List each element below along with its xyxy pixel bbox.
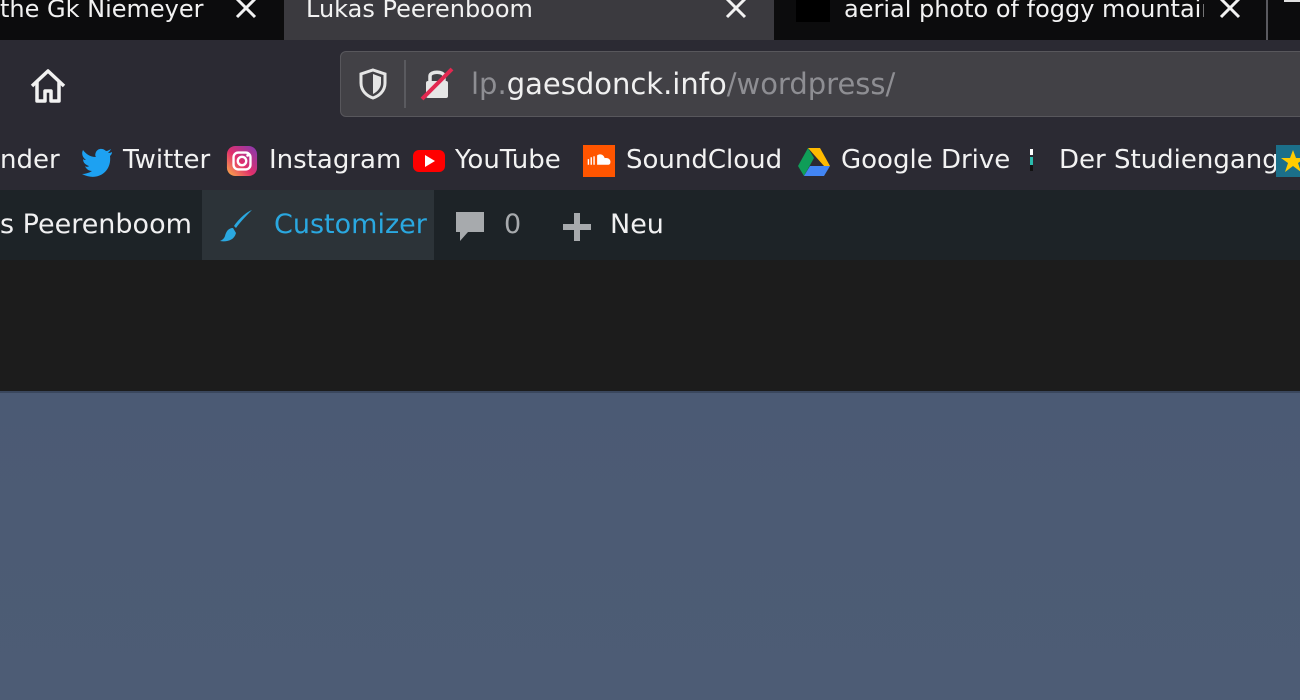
bookmarks-toolbar: nder Twitter Instagram YouTube SoundClou… (0, 132, 1300, 190)
star-icon (1276, 145, 1300, 177)
google-drive-icon (798, 148, 830, 176)
tab-title: Lukas Peerenboom (306, 0, 533, 23)
bookmark-favicon-icon (1030, 149, 1033, 171)
instagram-icon (226, 145, 258, 177)
url-path: /wordpress/ (726, 67, 896, 101)
close-icon[interactable] (232, 0, 260, 24)
customizer-label: Customizer (274, 209, 427, 240)
navigation-toolbar: lp.gaesdonck.info/wordpress/ (0, 40, 1300, 132)
bookmark-label: Twitter (123, 145, 211, 175)
bookmark-label: Der Studiengang (1059, 145, 1279, 175)
bookmark-label: nder (0, 145, 60, 175)
bookmark-twitter[interactable]: Twitter (80, 132, 210, 190)
admin-bar-comments[interactable]: 0 (434, 190, 544, 260)
wp-admin-bar: s Peerenboom Customizer 0 Neu (0, 190, 1300, 260)
tab-separator (1266, 0, 1268, 40)
admin-bar-site-name[interactable]: s Peerenboom (0, 190, 200, 260)
url-domain: gaesdonck.info (506, 67, 727, 101)
youtube-icon (413, 150, 445, 172)
url-subdomain: lp. (471, 67, 507, 101)
bookmark-label: Google Drive (841, 145, 1011, 175)
new-label: Neu (610, 209, 664, 240)
tab-niemeyer[interactable]: the Gk Niemeyer (0, 0, 284, 40)
url-text[interactable]: lp.gaesdonck.info/wordpress/ (471, 66, 895, 102)
twitter-icon (82, 148, 112, 177)
tab-title: aerial photo of foggy mountain (844, 0, 1204, 23)
comment-bubble-icon (456, 212, 484, 241)
bookmark-starred[interactable] (1276, 132, 1300, 190)
tab-lukas-peerenboom[interactable]: Lukas Peerenboom (284, 0, 774, 40)
bookmark-label: SoundCloud (626, 145, 783, 175)
plus-icon (563, 213, 591, 241)
site-header-area (0, 260, 1300, 391)
bookmark-label: YouTube (455, 145, 561, 175)
tab-title: the Gk Niemeyer (0, 0, 204, 23)
shield-icon[interactable] (358, 68, 388, 100)
favicon-icon (796, 0, 830, 22)
hero-top-edge (0, 391, 1300, 393)
soundcloud-icon (583, 145, 615, 177)
bookmark-soundcloud[interactable]: SoundCloud (582, 132, 782, 190)
admin-bar-customizer[interactable]: Customizer (202, 190, 434, 260)
hero-image-foggy-mountain (0, 391, 1300, 700)
admin-bar-new[interactable]: Neu (544, 190, 674, 260)
bookmark-google-drive[interactable]: Google Drive (797, 132, 1011, 190)
tab-aerial-photo[interactable]: aerial photo of foggy mountain (774, 0, 1266, 40)
bookmark-label: Instagram (269, 145, 402, 175)
bookmark-der-studiengang[interactable]: Der Studiengang (1022, 132, 1279, 190)
close-icon[interactable] (1216, 0, 1244, 24)
tab-bar: the Gk Niemeyer Lukas Peerenboom aerial … (0, 0, 1300, 40)
bookmark-youtube[interactable]: YouTube (412, 132, 567, 190)
url-separator (404, 60, 406, 108)
home-icon[interactable] (26, 64, 70, 108)
comments-count: 0 (504, 209, 522, 240)
insecure-lock-icon[interactable] (419, 66, 455, 102)
url-bar[interactable]: lp.gaesdonck.info/wordpress/ (340, 51, 1300, 117)
bookmark-instagram[interactable]: Instagram (225, 132, 401, 190)
paintbrush-icon (220, 210, 252, 242)
site-name-label: s Peerenboom (0, 209, 192, 240)
bookmark-kalender[interactable]: nder (0, 132, 70, 190)
minimize-icon[interactable] (1284, 0, 1300, 2)
close-icon[interactable] (722, 0, 750, 24)
